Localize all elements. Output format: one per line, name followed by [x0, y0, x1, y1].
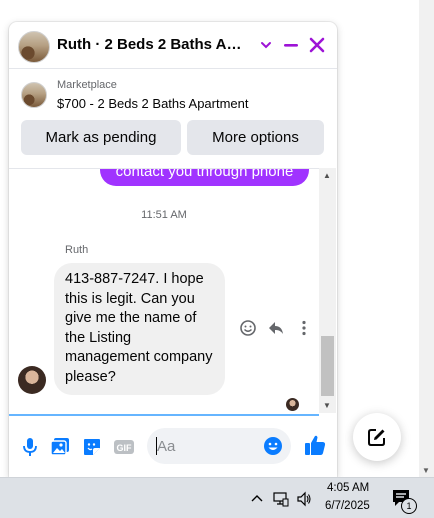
gif-icon[interactable]: GIF [113, 436, 135, 458]
thumbs-up-icon[interactable] [303, 433, 327, 457]
message-placeholder: Aa [157, 438, 176, 455]
more-options-button[interactable]: More options [187, 120, 324, 155]
minimize-icon[interactable] [281, 35, 301, 55]
sent-message-bubble[interactable]: contact you through phone [100, 169, 309, 186]
message-timestamp: 11:51 AM [141, 209, 187, 221]
seen-indicator-avatar [286, 398, 299, 411]
reply-icon[interactable] [267, 319, 285, 337]
listing-title[interactable]: $700 - 2 Beds 2 Baths Apartment [57, 96, 249, 111]
gif-label: GIF [117, 443, 133, 453]
emoji-icon[interactable] [263, 436, 283, 456]
clock-date[interactable]: 6/7/2025 [325, 500, 370, 512]
chevron-down-icon[interactable] [256, 35, 276, 55]
show-hidden-icons-chevron-icon[interactable] [249, 491, 265, 507]
sender-avatar[interactable] [18, 366, 46, 394]
listing-avatar[interactable] [18, 31, 50, 63]
scroll-down-icon[interactable]: ▼ [323, 401, 331, 410]
photo-icon[interactable] [49, 436, 71, 458]
more-vertical-icon[interactable] [295, 319, 313, 337]
page-scroll-down-icon[interactable]: ▼ [422, 466, 430, 475]
chat-header[interactable]: Ruth · 2 Beds 2 Baths Apar… [9, 22, 337, 69]
mark-as-pending-button[interactable]: Mark as pending [21, 120, 181, 155]
network-icon[interactable] [273, 491, 289, 507]
listing-thumbnail [21, 82, 47, 108]
compose-icon [368, 429, 385, 446]
listing-card[interactable]: Marketplace $700 - 2 Beds 2 Baths Apartm… [9, 69, 337, 116]
scroll-up-icon[interactable]: ▲ [323, 171, 331, 180]
microphone-icon[interactable] [19, 436, 41, 458]
sender-name: Ruth [65, 244, 89, 256]
chat-scrollbar[interactable]: ▲ ▼ [319, 168, 336, 413]
volume-icon[interactable] [296, 491, 312, 507]
sticker-icon[interactable] [81, 436, 103, 458]
chat-window: Ruth · 2 Beds 2 Baths Apar… Marketplace … [9, 22, 337, 477]
new-message-button[interactable] [353, 413, 401, 461]
windows-taskbar: 4:05 AM 6/7/2025 1 [0, 477, 434, 518]
notification-center-button[interactable]: 1 [391, 488, 417, 514]
message-thread[interactable]: contact you through phone 11:51 AM Ruth … [9, 168, 319, 414]
received-message-bubble[interactable]: 413-887-7247. I hope this is legit. Can … [54, 263, 225, 395]
clock-time[interactable]: 4:05 AM [327, 482, 369, 494]
notification-count-badge: 1 [401, 498, 417, 514]
chat-title[interactable]: Ruth · 2 Beds 2 Baths Apar… [57, 36, 249, 53]
close-icon[interactable] [307, 35, 327, 55]
message-input[interactable]: Aa [147, 428, 291, 464]
scrollbar-thumb[interactable] [321, 336, 334, 396]
message-composer: GIF Aa [9, 416, 337, 477]
react-emoji-icon[interactable] [239, 319, 257, 337]
page-scrollbar[interactable]: ▼ [419, 0, 434, 477]
listing-source: Marketplace [57, 79, 117, 91]
